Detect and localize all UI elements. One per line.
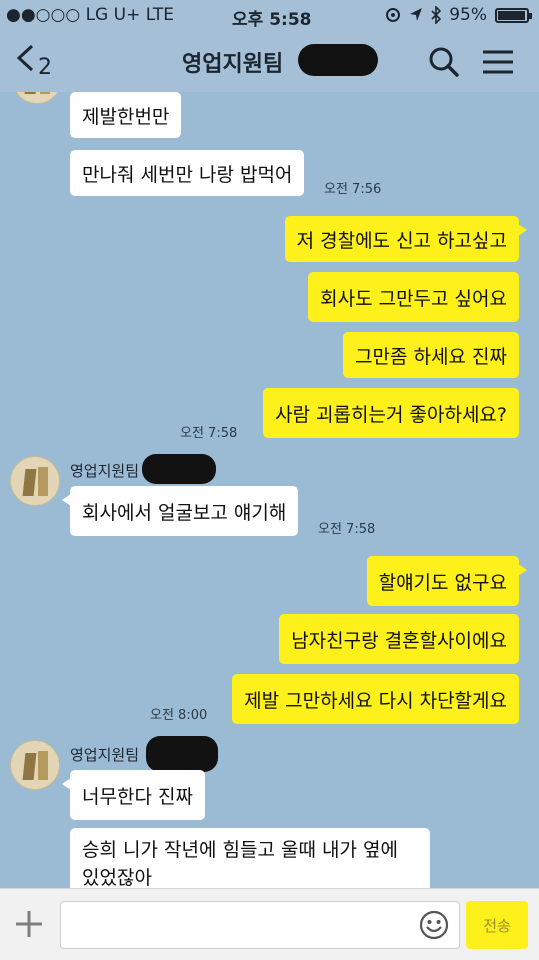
chevron-left-icon [16, 44, 34, 72]
outgoing-message: 회사도 그만두고 싶어요 [308, 272, 519, 322]
outgoing-message: 남자친구랑 결혼할사이에요 [279, 614, 519, 664]
incoming-message: 너무한다 진짜 [62, 770, 205, 820]
message-timestamp: 오전 8:00 [150, 708, 208, 723]
message-input[interactable] [60, 901, 460, 949]
message-timestamp: 오전 7:56 [324, 182, 382, 197]
avatar[interactable] [10, 740, 60, 790]
plus-icon [16, 911, 42, 937]
status-icons: 95% [385, 5, 532, 25]
bluetooth-icon [431, 6, 442, 24]
chat-title: 영업지원팀 [182, 52, 284, 77]
search-icon [429, 47, 459, 77]
smiley-icon [419, 910, 449, 940]
location-icon [410, 8, 423, 21]
avatar[interactable] [10, 456, 60, 506]
message-timestamp: 오전 7:58 [318, 522, 376, 537]
outgoing-message: 저 경찰에도 신고 하고싶고 [284, 216, 528, 262]
search-button[interactable] [426, 44, 462, 80]
carrier-label: ●●○○○ LG U+ LTE [6, 5, 174, 25]
menu-button[interactable] [480, 44, 516, 80]
battery-percent: 95% [449, 5, 487, 25]
status-bar: ●●○○○ LG U+ LTE 오후 5:58 95% [0, 0, 539, 30]
alarm-icon [386, 8, 401, 22]
send-button[interactable]: 전송 [466, 901, 528, 949]
menu-icon [483, 50, 513, 74]
avatar[interactable] [12, 92, 62, 104]
outgoing-message: 제발 그만하세요 다시 차단할게요 [232, 674, 519, 724]
sender-name: 영업지원팀 [70, 746, 140, 764]
redaction-mark [298, 44, 378, 76]
redaction-mark [146, 736, 218, 772]
message-input-bar: 전송 [0, 888, 539, 960]
incoming-message: 회사에서 얼굴보고 얘기해 [61, 486, 299, 536]
clock: 오후 5:58 [232, 10, 312, 30]
incoming-message: 만나줘 세번만 나랑 밥먹어 [70, 150, 305, 196]
unread-chat-count: 2 [38, 55, 52, 80]
emoticon-button[interactable] [418, 909, 450, 941]
sender-name: 영업지원팀 [70, 462, 140, 480]
outgoing-message: 할얘기도 없구요 [366, 556, 528, 606]
add-attachment-button[interactable] [12, 905, 46, 951]
incoming-message: 제발한번만 [70, 92, 182, 138]
message-timestamp: 오전 7:58 [180, 426, 238, 441]
incoming-message: 승희 니가 작년에 힘들고 울때 내가 옆에 있었잖아 [70, 828, 430, 888]
chat-header: 2 영업지원팀 [0, 30, 539, 92]
back-button[interactable]: 2 [14, 42, 52, 84]
outgoing-message: 그만좀 하세요 진짜 [343, 332, 519, 378]
chat-messages[interactable]: 제발한번만 만나줘 세번만 나랑 밥먹어 오전 7:56 저 경찰에도 신고 하… [0, 92, 539, 888]
battery-icon [495, 7, 532, 23]
outgoing-message: 사람 괴롭히는거 좋아하세요? [263, 388, 519, 438]
redaction-mark [142, 454, 216, 484]
